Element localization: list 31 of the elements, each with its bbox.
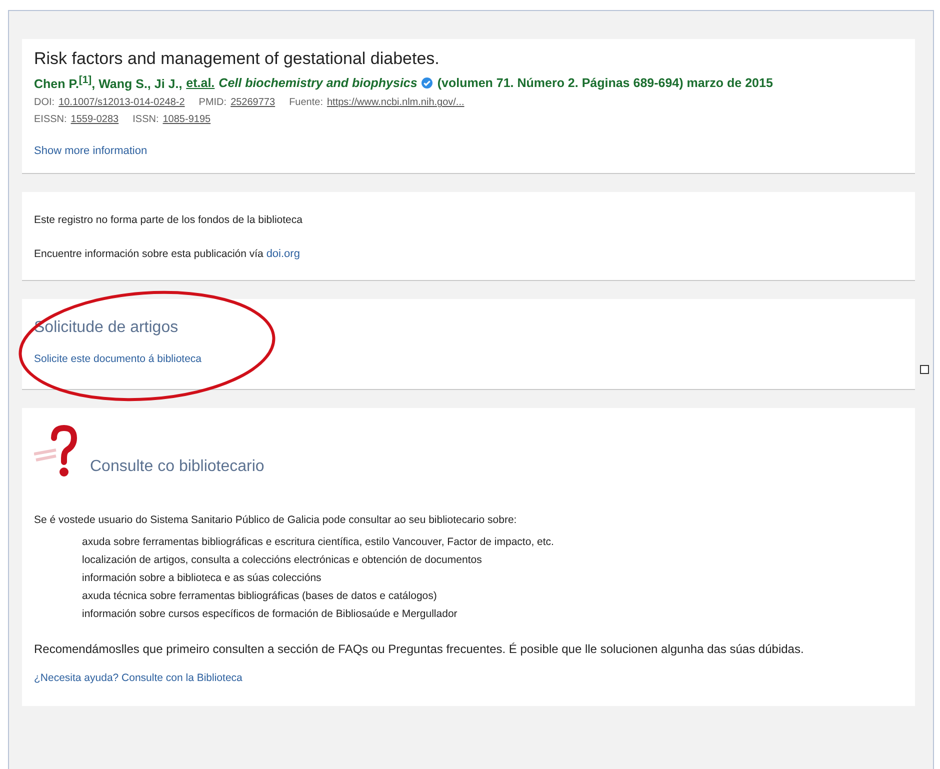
article-title: Risk factors and management of gestational diabetes.: [34, 49, 440, 69]
topic-item: axuda técnica sobre ferramentas bibliográficas (bases de datos e catálogos): [82, 590, 438, 602]
identifier-label: PMID:: [198, 97, 227, 108]
holdings-note: Este registro no forma parte de los fondos de la biblioteca: [34, 214, 304, 226]
et-al-link[interactable]: et.al.: [186, 76, 215, 90]
request-document-link[interactable]: Solicite este documento á biblioteca: [34, 353, 202, 366]
authors: Chen P.$^{[1]}$, Wang S., Ji J.,: [34, 75, 182, 92]
identifier-link[interactable]: 25269773: [230, 97, 276, 108]
topic-item: información sobre a biblioteca e as súas coleccións: [82, 572, 322, 584]
journal-title: Cell biochemistry and biophysics: [218, 76, 418, 90]
issue-details: (volumen 71. Número 2. Páginas 689-694) marzo de 2015: [437, 76, 773, 90]
recommendation-text: Recomendámoslles que primeiro consulten a sección de FAQs ou Preguntas frecuentes. É posible que lle solucionen algunha das súas dúbidas.: [34, 642, 805, 656]
identifier-link[interactable]: 10.1007/s12013-014-0248-2: [58, 97, 185, 108]
section-heading: Consulte co bibliotecario: [90, 458, 264, 476]
identifier-link[interactable]: https://www.ncbi.nlm.nih.gov/...: [326, 97, 464, 108]
intro-text: Se é vostede usuario do Sistema Sanitario Público de Galicia pode consultar ao seu bibliotecario sobre:: [34, 514, 518, 526]
identifier-label: DOI:: [34, 97, 55, 108]
doi-link[interactable]: doi.org: [266, 248, 300, 260]
identifier-label: ISSN:: [132, 114, 159, 126]
identifier-label: Fuente:: [289, 97, 323, 108]
topic-item: información sobre cursos específicos de formación de Bibliosaúde e Mergullador: [82, 608, 458, 620]
identifier-label: EISSN:: [34, 114, 67, 126]
resize-handle[interactable]: [920, 365, 929, 374]
identifier-link[interactable]: 1085-9195: [162, 114, 211, 126]
topic-item: axuda sobre ferramentas bibliográficas e escritura científica, estilo Vancouver, Factor de impacto, etc.: [82, 536, 555, 548]
topic-item: localización de artigos, consulta a coleccións electrónicas e obtención de documentos: [82, 554, 483, 566]
find-text: Encuentre información sobre esta publicación vía: [34, 248, 264, 260]
identifier-link[interactable]: 1559-0283: [70, 114, 119, 126]
section-heading: Solicitude de artigos: [34, 319, 180, 338]
help-link[interactable]: ¿Necesita ayuda? Consulte con la Biblioteca: [34, 672, 242, 684]
show-more-link[interactable]: Show more information: [34, 145, 148, 158]
